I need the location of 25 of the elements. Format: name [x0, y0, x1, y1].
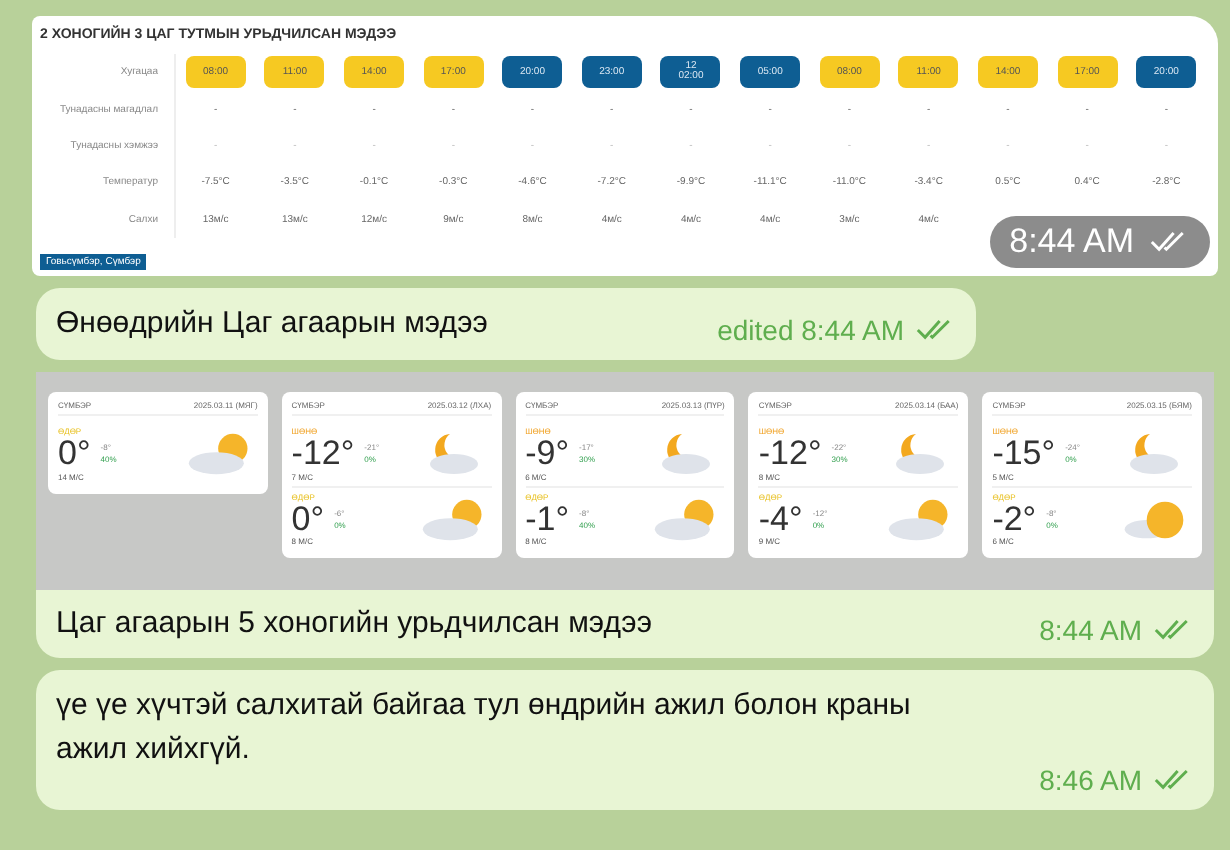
temperature: -12° [291, 435, 355, 472]
message-bubble[interactable]: Өнөөдрийн Цаг агаарын мэдээ edited 8:44 AM [36, 288, 976, 360]
forecast-cards-image[interactable] [36, 371, 1214, 591]
temperature: 0° [291, 501, 325, 537]
temperature: -15° [992, 435, 1056, 472]
message-bubble[interactable]: үе үе хүчтэй салхитай байгаа тул өндрийн ажил болон краны ажил хийхгүй. 8:46 AM [36, 670, 1214, 810]
moon-cloud-icon [1129, 431, 1180, 476]
temperature: -4° [758, 501, 803, 537]
moon-cloud-icon [896, 431, 947, 476]
timestamp-badge: 8:44 AM [989, 216, 1210, 268]
forecast-table-image[interactable] [32, 16, 1218, 276]
temperature: -12° [758, 435, 822, 472]
message-text: Өнөөдрийн Цаг агаарын мэдээ [56, 304, 488, 344]
message-time: 8:44 AM [1039, 614, 1142, 647]
message-text: Цаг агаарын 5 хоногийн урьдчилсан мэдээ [56, 604, 652, 645]
message-bubble[interactable] [36, 371, 1214, 659]
message-time: edited 8:44 AM [717, 313, 904, 346]
message-text: үе үе хүчтэй салхитай байгаа тул өндрийн ажил болон краны ажил хийхгүй. [56, 686, 913, 770]
temperature: -9° [525, 435, 570, 472]
temperature: -1° [525, 501, 570, 537]
message-time: 8:46 AM [1039, 763, 1142, 796]
temperature: 0° [58, 435, 91, 472]
moon-cloud-icon [662, 431, 713, 476]
moon-cloud-icon [429, 431, 480, 476]
temperature: -2° [992, 501, 1037, 537]
